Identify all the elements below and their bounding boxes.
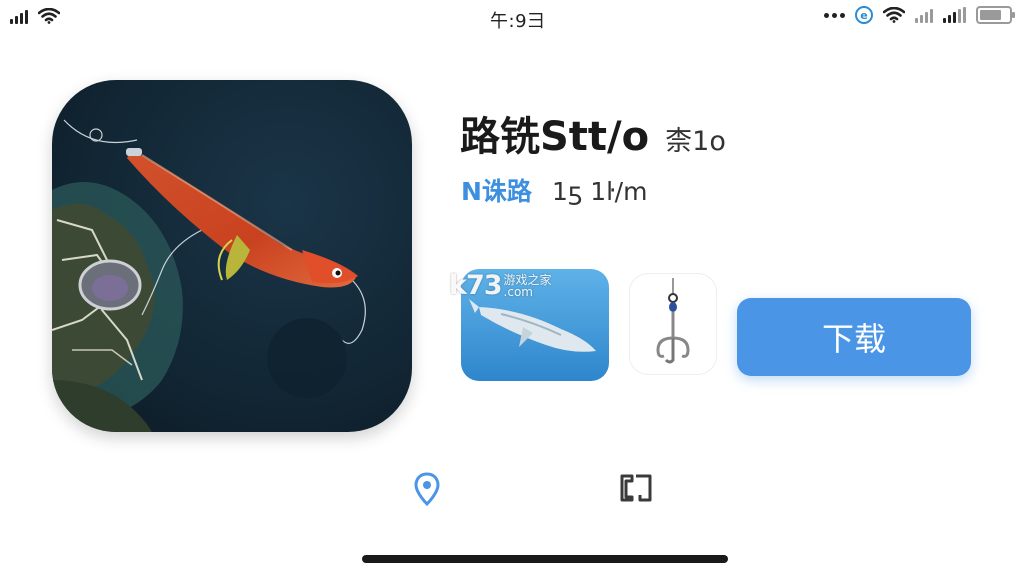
more-dots-icon	[824, 12, 845, 18]
download-button[interactable]: 下载	[737, 298, 971, 376]
e-browser-icon: e	[855, 6, 873, 24]
battery-icon	[976, 6, 1015, 24]
fishing-lure-app-icon[interactable]	[52, 80, 412, 432]
app-title-row: 路铣Stt/o 柰1o	[460, 104, 726, 162]
status-bar: 午:9彐 e	[0, 0, 1024, 40]
app-size: 1ƽ 1ŀ/m	[551, 177, 648, 206]
shark-image	[461, 269, 609, 381]
tab-location[interactable]	[408, 468, 446, 510]
battery-level	[980, 10, 1001, 20]
app-icon-art	[52, 80, 412, 432]
status-bar-left	[10, 8, 60, 24]
cellular-signal-icon	[10, 8, 28, 24]
cellular-signal-icon	[915, 7, 933, 23]
shark-screenshot[interactable]	[461, 269, 609, 381]
app-name: 路铣Stt/o	[460, 114, 650, 160]
app-meta-row: N诛路 1ƽ 1ŀ/m	[461, 172, 647, 208]
book-icon	[620, 474, 652, 502]
location-pin-icon	[414, 472, 440, 507]
app-version: 柰1o	[665, 126, 726, 157]
cellular-signal-icon	[943, 7, 966, 23]
status-bar-right: e	[824, 6, 1015, 24]
fishing-hook-screenshot[interactable]	[630, 274, 716, 374]
wifi-icon	[38, 8, 60, 24]
app-download-screen: 午:9彐 e 路铣Stt/o 柰1o N诛路 1ƽ 1ŀ/m k73 游戏之家 …	[0, 0, 1024, 576]
hook-image	[656, 278, 690, 364]
tab-book[interactable]	[616, 470, 656, 506]
status-time: 午:9彐	[490, 11, 546, 32]
home-indicator[interactable]	[362, 555, 728, 563]
wifi-icon	[883, 7, 905, 23]
app-category[interactable]: N诛路	[461, 172, 532, 208]
